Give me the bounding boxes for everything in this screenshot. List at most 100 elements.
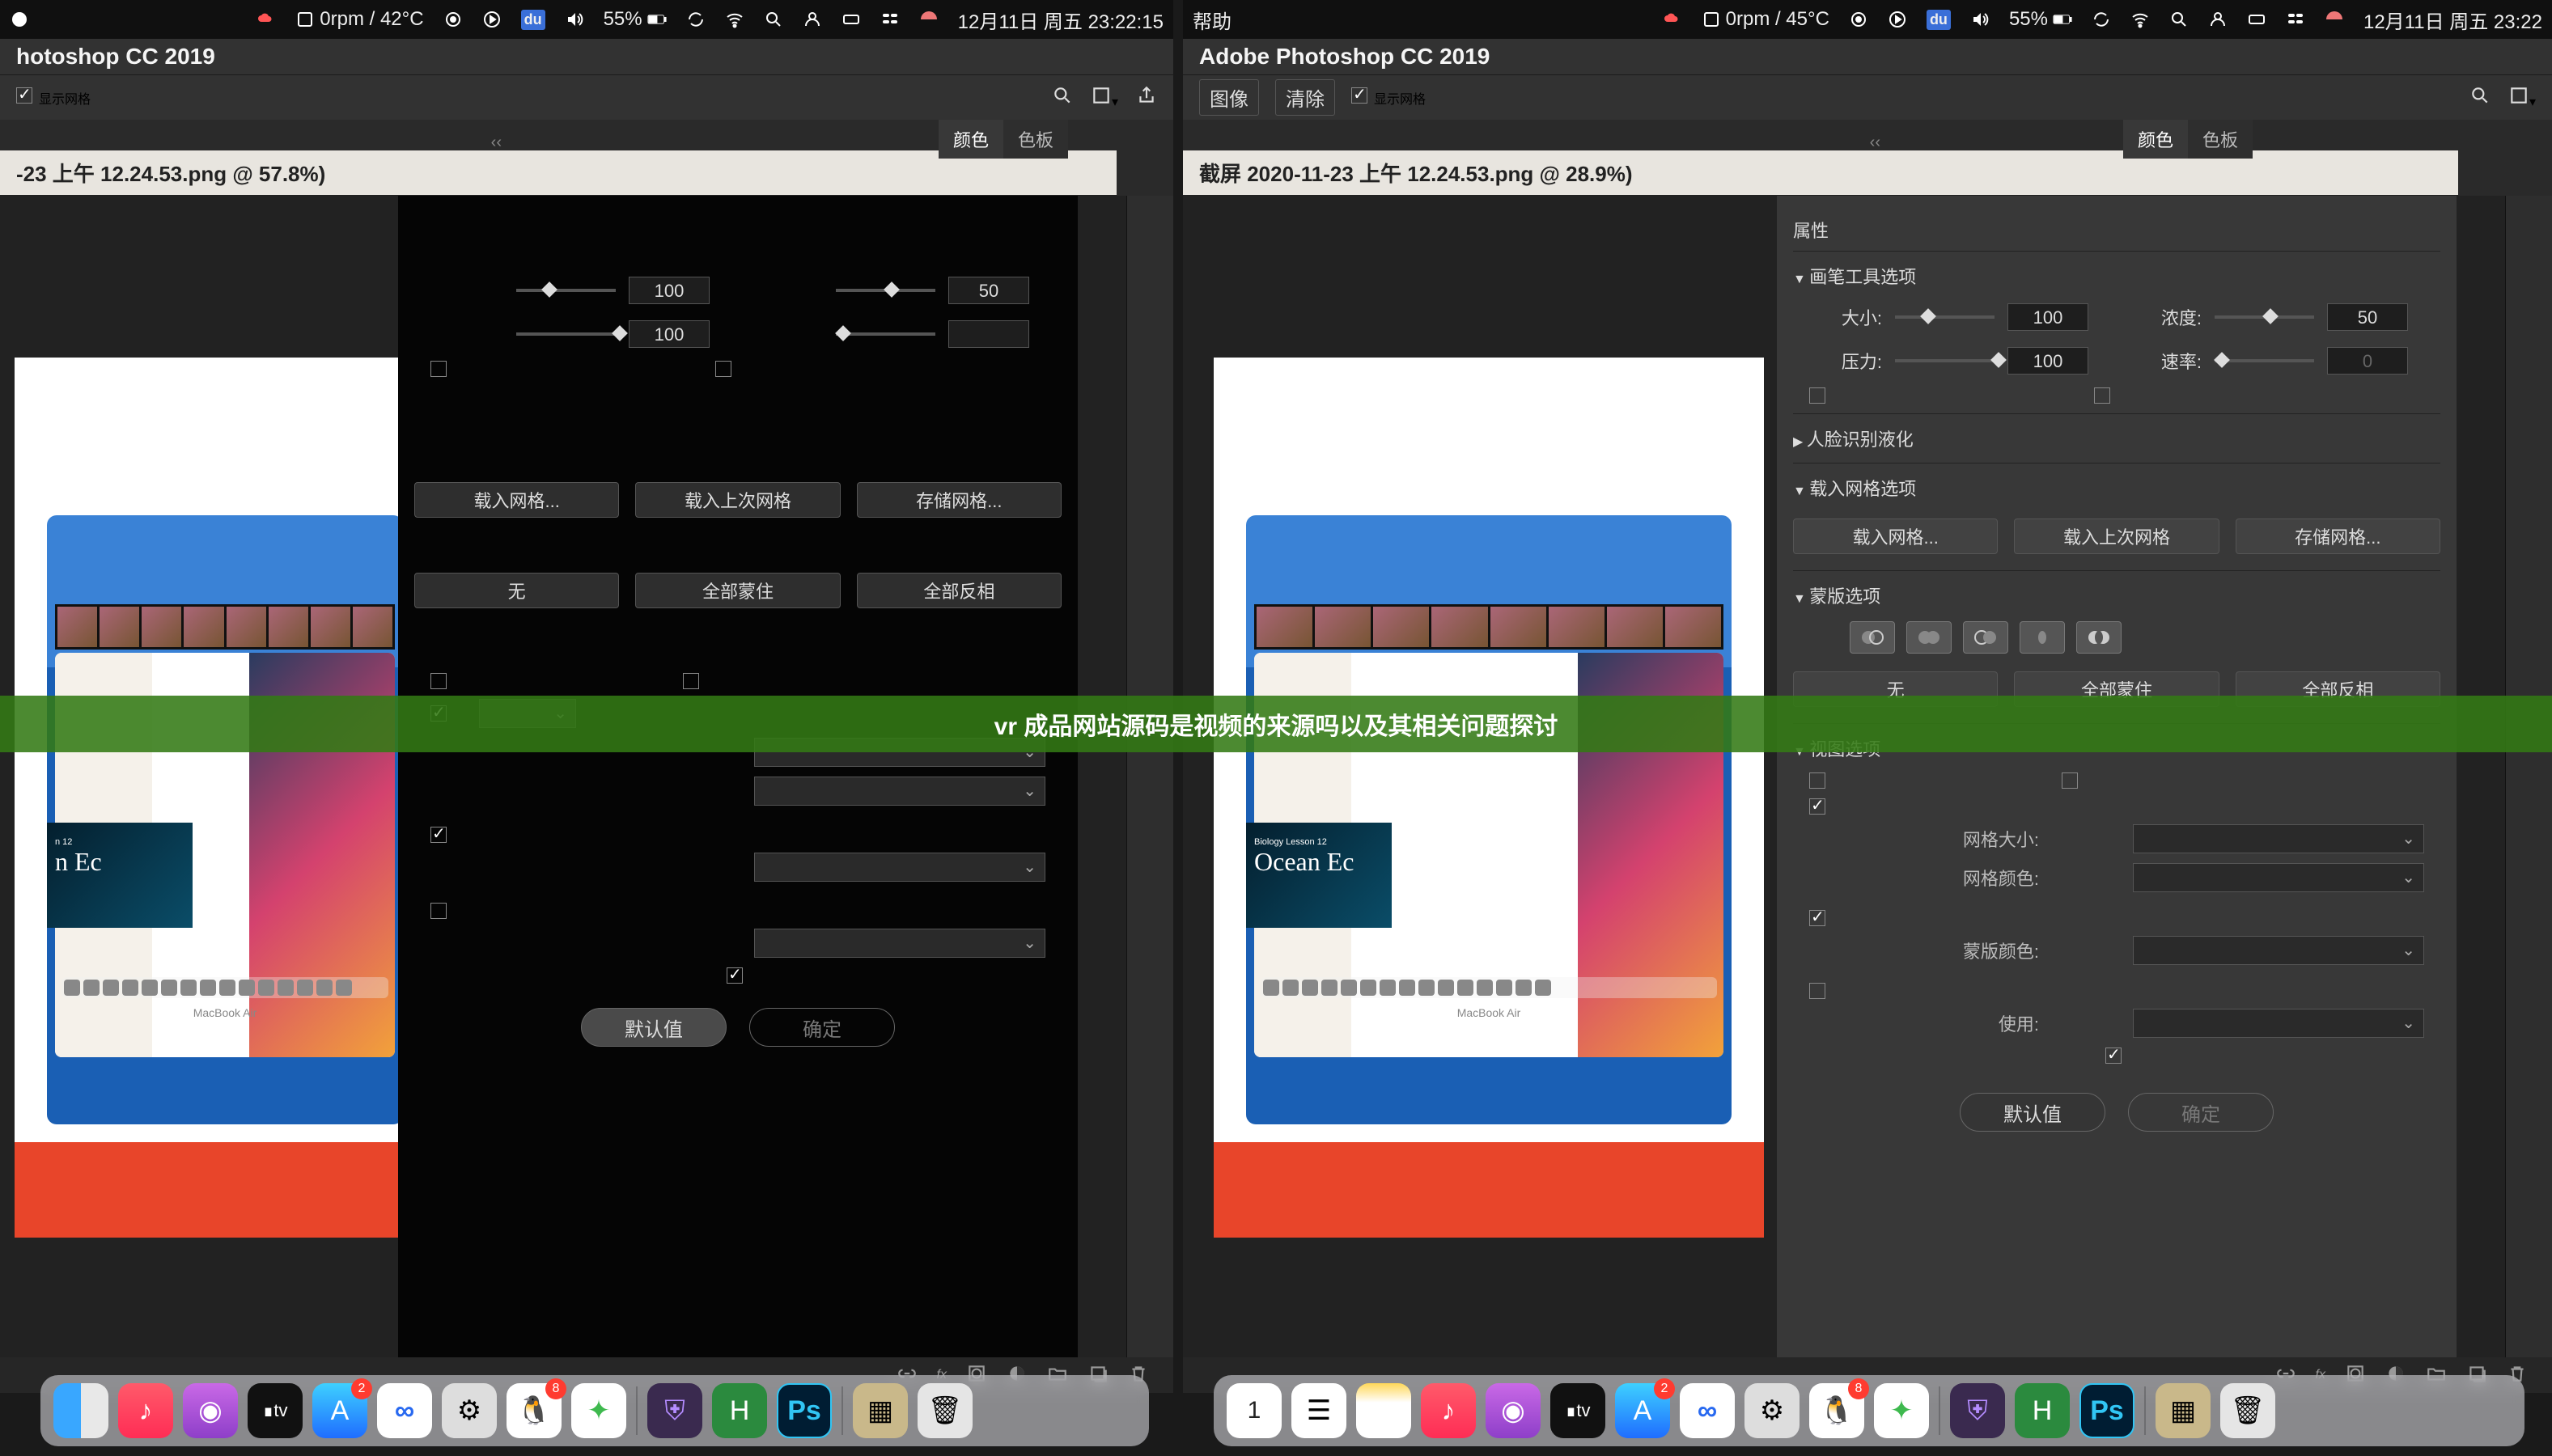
- battery-indicator[interactable]: 55%: [604, 8, 667, 31]
- mask-color-select[interactable]: [2133, 936, 2424, 965]
- mask-mode-1-icon[interactable]: [1850, 621, 1895, 654]
- mesh-size-select[interactable]: [2133, 824, 2424, 853]
- right-dock-left[interactable]: [1126, 196, 1173, 1393]
- toolbar-frame-icon[interactable]: ▾: [2508, 85, 2536, 110]
- canvas-area-left[interactable]: n 12n Ec MacBook Air 100 50 100: [0, 196, 1126, 1393]
- dock-photoshop-icon[interactable]: Ps: [2079, 1383, 2134, 1438]
- volume-icon[interactable]: [565, 10, 584, 29]
- mask-options-header[interactable]: 蒙版选项: [1793, 576, 2440, 615]
- load-mesh-button[interactable]: 载入网格...: [1793, 518, 1998, 554]
- record-icon[interactable]: [443, 10, 463, 29]
- toolbar-frame-icon[interactable]: ▾: [1091, 85, 1118, 110]
- pressure-slider[interactable]: [1895, 359, 1995, 362]
- rate-slider[interactable]: [2215, 359, 2314, 362]
- preview-checkbox[interactable]: [727, 967, 743, 984]
- search-icon[interactable]: [2169, 10, 2189, 29]
- dock-qq-icon[interactable]: 🐧8: [1809, 1383, 1864, 1438]
- pressure-slider[interactable]: [516, 332, 616, 336]
- pin-edges-checkbox[interactable]: [715, 361, 731, 377]
- dock-qq-icon[interactable]: 🐧8: [507, 1383, 562, 1438]
- panel-collapse-icon[interactable]: ‹‹: [491, 120, 502, 165]
- dock-calendar-icon[interactable]: 1: [1227, 1383, 1282, 1438]
- mask-mode-5-icon[interactable]: [2076, 621, 2122, 654]
- restore-defaults-button[interactable]: 默认值: [1960, 1093, 2105, 1132]
- toolbar-image-btn[interactable]: 图像: [1199, 79, 1259, 116]
- mask-all-button[interactable]: 全部蒙住: [635, 573, 840, 608]
- load-mesh-header[interactable]: 载入网格选项: [1793, 468, 2440, 507]
- panel-collapse-icon[interactable]: ‹‹: [1870, 120, 1880, 165]
- checkbox-show-grid[interactable]: 显示网格: [16, 87, 91, 108]
- dock-podcasts-icon[interactable]: ◉: [1486, 1383, 1541, 1438]
- stylus-pressure-checkbox[interactable]: [1809, 387, 1825, 404]
- tab-swatches[interactable]: 色板: [1003, 120, 1068, 159]
- cloud-status-icon[interactable]: [256, 10, 276, 29]
- density-value[interactable]: 50: [948, 277, 1029, 304]
- density-slider[interactable]: [2215, 315, 2314, 319]
- dock-folder-icon[interactable]: ▦: [853, 1383, 908, 1438]
- dock-settings-icon[interactable]: ⚙︎: [442, 1383, 497, 1438]
- dock-appstore-icon[interactable]: A2: [1615, 1383, 1670, 1438]
- show-backdrop-checkbox[interactable]: [430, 903, 447, 919]
- dock-wechat-icon[interactable]: ✦: [571, 1383, 626, 1438]
- dock-reminders-icon[interactable]: ☰: [1291, 1383, 1346, 1438]
- density-value[interactable]: 50: [2327, 303, 2408, 331]
- rate-value[interactable]: 0: [2327, 347, 2408, 375]
- clock-date[interactable]: 12月11日 周五 23:22: [2363, 6, 2542, 34]
- load-last-mesh-button[interactable]: 载入上次网格: [2014, 518, 2219, 554]
- size-slider[interactable]: [516, 289, 616, 292]
- play-icon[interactable]: [482, 10, 502, 29]
- dock-appletv-icon[interactable]: ∎tv: [1550, 1383, 1605, 1438]
- dock-baidu-icon[interactable]: ∞: [377, 1383, 432, 1438]
- user-icon[interactable]: [803, 10, 822, 29]
- clock-date[interactable]: 12月11日 周五 23:22:15: [958, 6, 1164, 34]
- keyboard-icon[interactable]: [841, 10, 861, 29]
- ok-button[interactable]: 确定: [2128, 1093, 2274, 1132]
- apple-menu-icon[interactable]: [10, 10, 29, 29]
- show-guides-checkbox[interactable]: [1809, 772, 1825, 789]
- dock-music-icon[interactable]: ♪: [118, 1383, 173, 1438]
- brush-options-header[interactable]: 画笔工具选项: [1793, 256, 2440, 295]
- mesh-color-select[interactable]: [754, 777, 1045, 806]
- record-icon[interactable]: [1849, 10, 1868, 29]
- stylus-pressure-checkbox[interactable]: [430, 361, 447, 377]
- show-mask-checkbox[interactable]: [1809, 910, 1825, 926]
- load-last-mesh-button[interactable]: 载入上次网格: [635, 482, 840, 518]
- size-value[interactable]: 100: [629, 277, 710, 304]
- battery-indicator[interactable]: 55%: [2009, 8, 2072, 31]
- volume-icon[interactable]: [1970, 10, 1990, 29]
- user-icon[interactable]: [2208, 10, 2228, 29]
- dock-hbuilder-icon[interactable]: H: [2015, 1383, 2070, 1438]
- view-checkbox-1[interactable]: [430, 673, 447, 689]
- dock-podcasts-icon[interactable]: ◉: [183, 1383, 238, 1438]
- show-backdrop-checkbox[interactable]: [1809, 983, 1825, 999]
- dock-notes-icon[interactable]: [1356, 1383, 1411, 1438]
- checkbox-show-grid[interactable]: 显示网格: [1351, 87, 1426, 108]
- show-mesh-checkbox[interactable]: [1809, 798, 1825, 815]
- show-face-overlay-checkbox[interactable]: [2062, 772, 2078, 789]
- fan-temp-indicator[interactable]: 0rpm / 42°C: [295, 8, 423, 31]
- dock-wechat-icon[interactable]: ✦: [1874, 1383, 1929, 1438]
- dock-baidu-icon[interactable]: ∞: [1680, 1383, 1735, 1438]
- sync-icon[interactable]: [686, 10, 706, 29]
- canvas-area-right[interactable]: Biology Lesson 12Ocean Ec MacBook Air 属性…: [1183, 196, 2505, 1393]
- dock-appletv-icon[interactable]: ∎tv: [248, 1383, 303, 1438]
- save-mesh-button[interactable]: 存储网格...: [857, 482, 1062, 518]
- mask-none-button[interactable]: 无: [414, 573, 619, 608]
- invert-all-button[interactable]: 全部反相: [857, 573, 1062, 608]
- tab-color[interactable]: 颜色: [2123, 120, 2188, 159]
- show-mask-checkbox[interactable]: [430, 827, 447, 843]
- rate-slider[interactable]: [836, 332, 935, 336]
- ok-button[interactable]: 确定: [749, 1008, 895, 1047]
- use-select[interactable]: [754, 929, 1045, 958]
- dock-trash-icon[interactable]: 🗑: [2220, 1383, 2275, 1438]
- mask-mode-4-icon[interactable]: [2020, 621, 2065, 654]
- view-checkbox-2[interactable]: [683, 673, 699, 689]
- dock-settings-icon[interactable]: ⚙︎: [1744, 1383, 1800, 1438]
- preview-checkbox[interactable]: [2105, 1048, 2122, 1064]
- dock-hbuilder-icon[interactable]: H: [712, 1383, 767, 1438]
- pin-edges-checkbox[interactable]: [2094, 387, 2110, 404]
- pressure-value[interactable]: 100: [2007, 347, 2088, 375]
- dock-music-icon[interactable]: ♪: [1421, 1383, 1476, 1438]
- keyboard-icon[interactable]: [2247, 10, 2266, 29]
- dock-trash-icon[interactable]: 🗑: [918, 1383, 973, 1438]
